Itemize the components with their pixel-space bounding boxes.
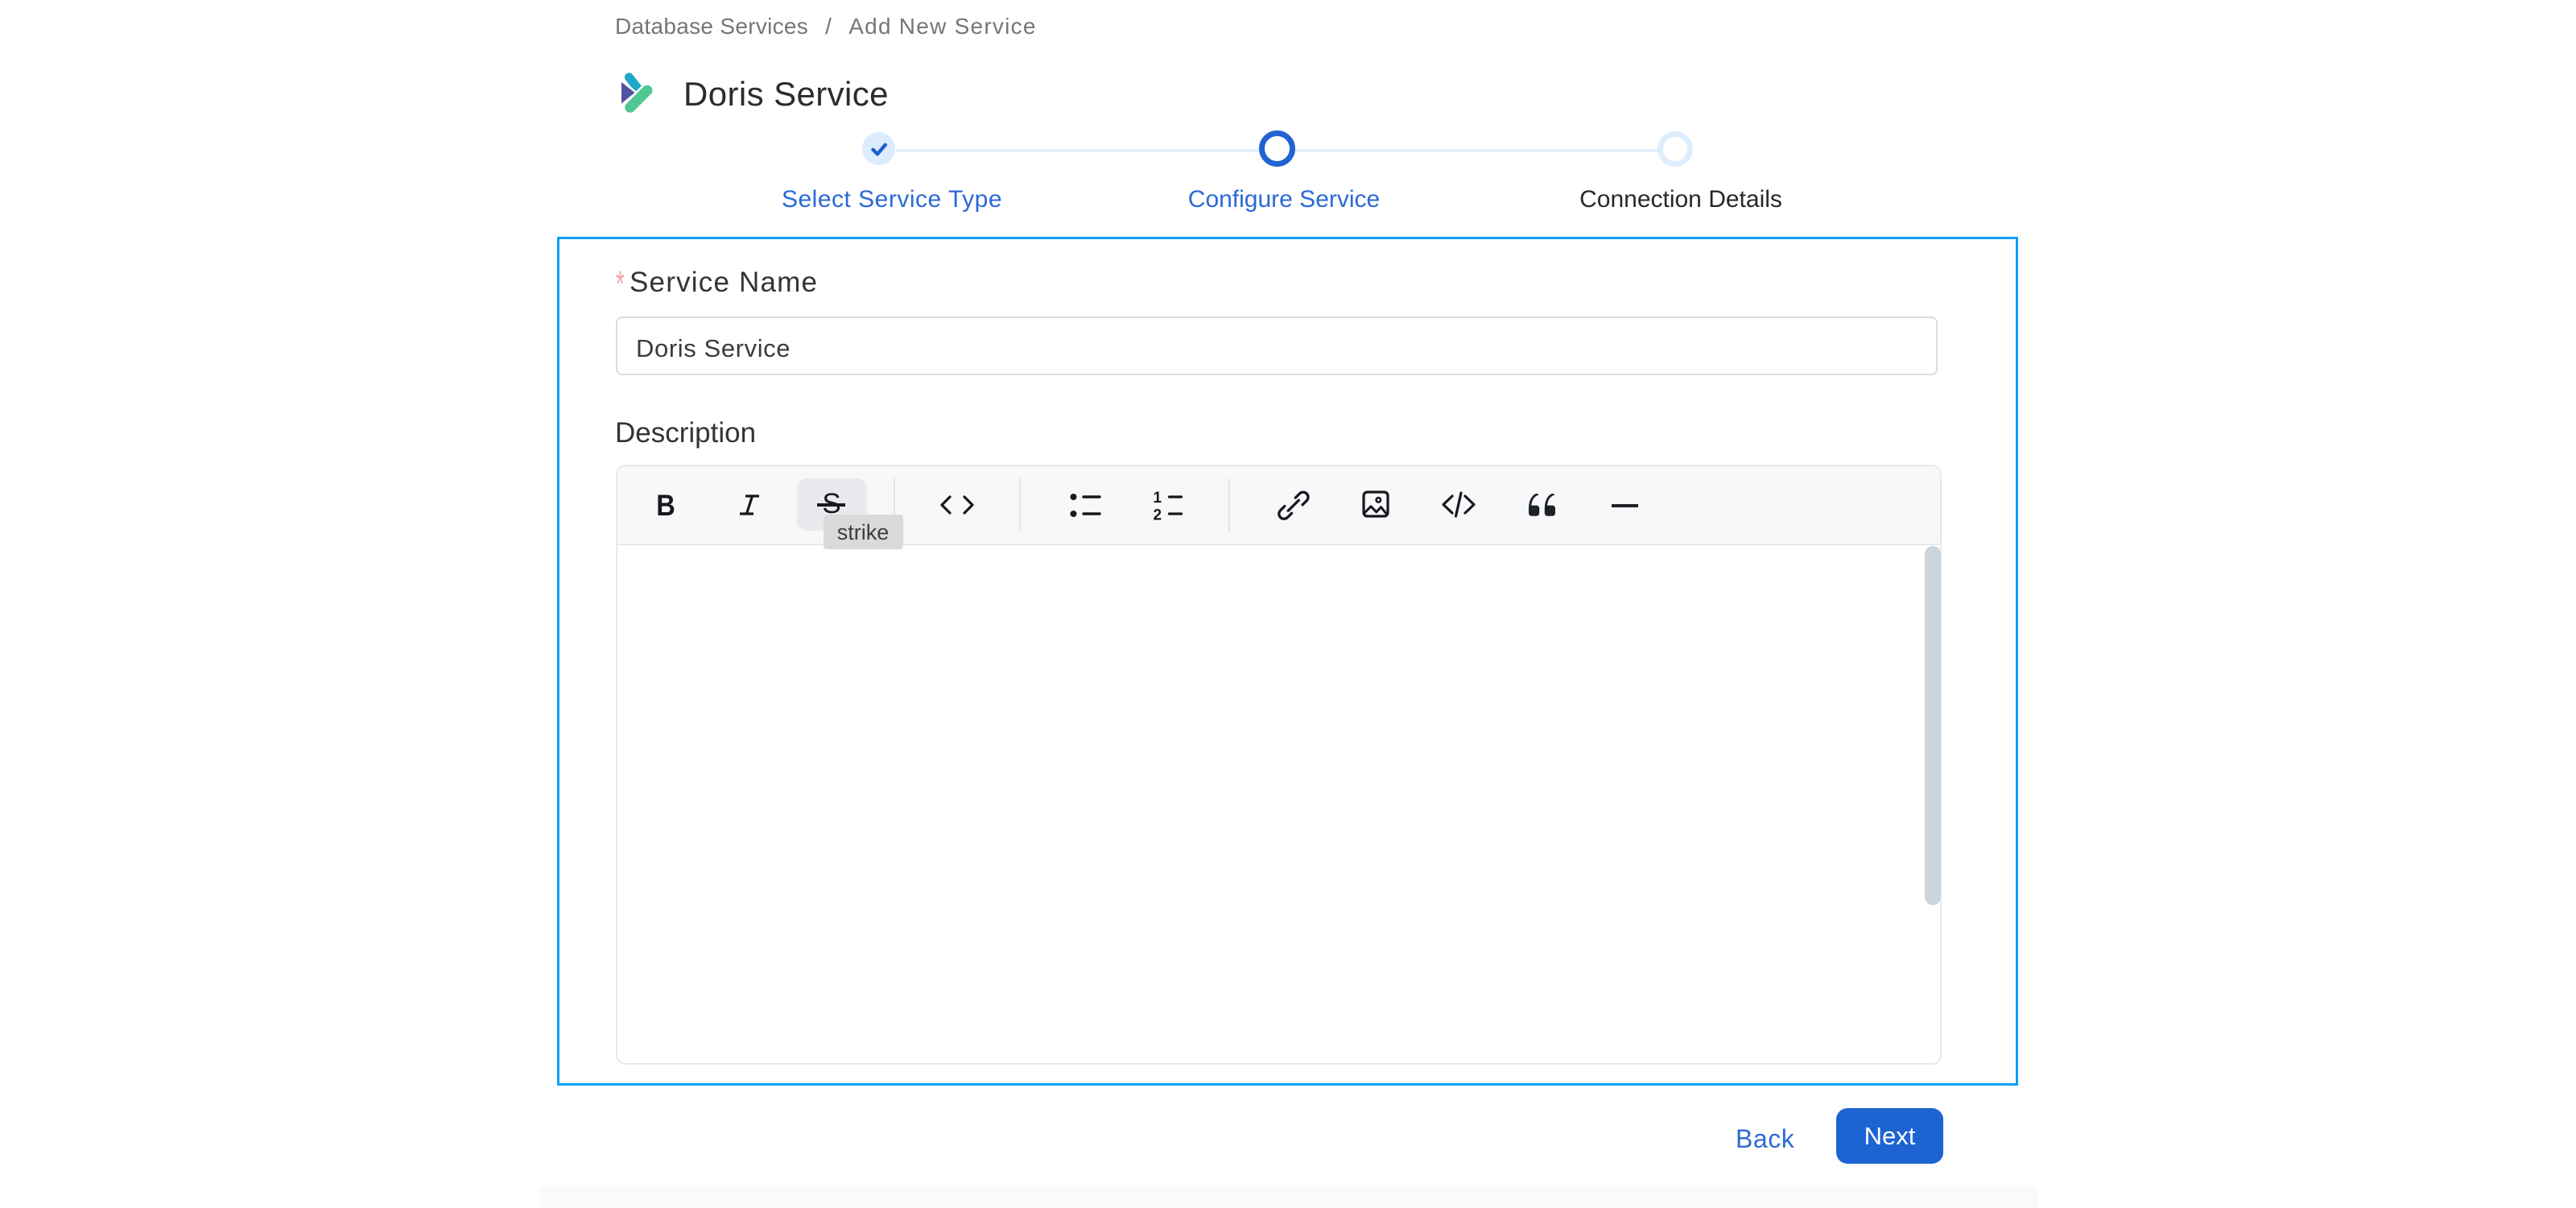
svg-text:1: 1 bbox=[1154, 490, 1162, 507]
svg-text:2: 2 bbox=[1154, 507, 1162, 524]
